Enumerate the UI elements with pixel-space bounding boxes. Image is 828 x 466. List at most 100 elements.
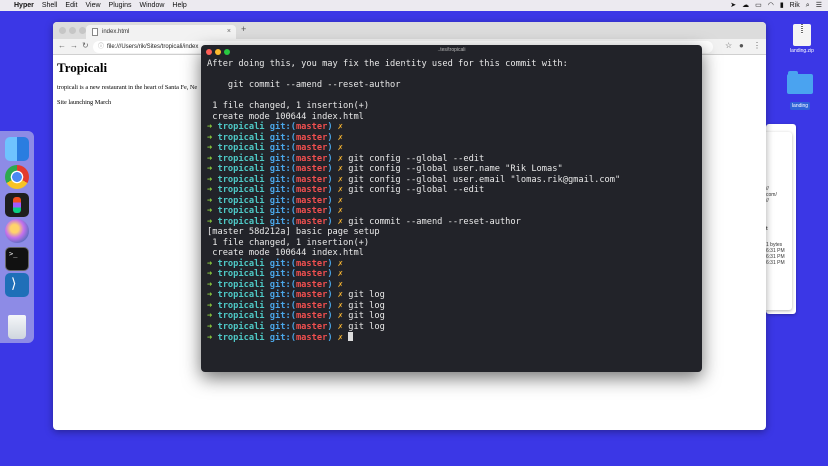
tab-title: index.html [102,29,130,35]
terminal-prompt-line: ➜ tropicali git:(master) ✗ [207,332,696,343]
chrome-icon[interactable] [5,165,29,189]
folder-icon [787,71,813,94]
terminal-prompt-line: ➜ tropicali git:(master) ✗ git log [207,301,696,312]
figma-icon[interactable] [5,193,29,217]
trash-icon[interactable] [8,315,26,339]
menu-list-icon[interactable]: ☰ [816,0,822,11]
prompt-git-label: git:( [269,279,296,290]
wifi-icon[interactable]: ◠ [768,0,774,11]
terminal-titlebar[interactable]: ..tes/tropicali [201,45,702,59]
prompt-git-label: git:( [269,300,296,311]
prompt-directory: tropicali [217,122,265,132]
browser-tab[interactable]: index.html × [86,25,236,39]
menu-shell[interactable]: Shell [42,0,58,11]
dirty-state-icon: ✗ [337,132,344,143]
dirty-state-icon: ✗ [337,206,344,216]
menu-view[interactable]: View [85,0,100,11]
menu-help[interactable]: Help [172,0,186,11]
search-icon[interactable]: ⌕ [806,0,810,11]
zoom-window-button[interactable] [79,27,86,34]
prompt-branch: master [295,311,328,321]
prompt-git-label: git:( [269,290,296,300]
terminal-output-text: 1 file changed, 1 insertion(+) [207,101,370,111]
prompt-git-label: git:( [269,122,296,132]
desktop-item-folder[interactable]: landing [783,71,817,112]
back-button[interactable]: ← [58,41,66,50]
close-tab-icon[interactable]: × [227,25,231,39]
menu-plugins[interactable]: Plugins [109,0,132,11]
prompt-directory: tropicali [217,206,265,216]
prompt-git-label: git:( [269,206,296,216]
terminal-prompt-line: ➜ tropicali git:(master) ✗ git commit --… [207,217,696,228]
prompt-branch: master [295,143,328,153]
prompt-git-label: git:( [269,333,296,343]
display-icon[interactable]: ▭ [755,0,762,11]
terminal-output-text: 1 file changed, 1 insertion(+) [207,237,370,248]
prompt-directory: tropicali [217,321,265,332]
prompt-directory: tropicali [217,258,265,269]
finder-text: 6:31 PM [766,260,785,266]
prompt-directory: tropicali [217,300,265,311]
prompt-directory: tropicali [217,174,265,185]
terminal-output-text: create mode 100644 index.html [207,111,364,122]
prompt-directory: tropicali [217,185,265,195]
user-name[interactable]: Rik [790,0,800,11]
prompt-branch: master [295,258,328,269]
location-icon[interactable]: ➤ [730,0,736,11]
prompt-branch: master [295,195,328,206]
new-tab-button[interactable]: + [241,24,246,34]
cloud-icon[interactable]: ☁ [742,0,749,11]
prompt-directory: tropicali [217,269,265,279]
menu-edit[interactable]: Edit [65,0,77,11]
browser-tab-bar: index.html × + [53,22,766,39]
terminal-output-text: After doing this, you may fix the identi… [207,59,568,69]
vscode-icon[interactable]: ⟩ [5,273,29,297]
mouse-pointer-icon: ⌶ [402,63,407,72]
prompt-branch: master [295,333,328,343]
terminal-prompt-line: ➜ tropicali git:(master) ✗ [207,269,696,280]
terminal-prompt-line: ➜ tropicali git:(master) ✗ [207,143,696,154]
terminal-output-line: 1 file changed, 1 insertion(+) [207,238,696,249]
bookmark-star-icon[interactable]: ☆ [725,41,732,50]
prompt-branch: master [295,279,328,290]
desktop-item-label: landing.zip [790,48,814,54]
more-menu-icon[interactable]: ⋮ [753,41,761,50]
prompt-branch: master [295,321,328,332]
terminal-output[interactable]: After doing this, you may fix the identi… [201,59,702,343]
terminal-cursor [348,332,354,341]
finder-icon[interactable] [5,137,29,161]
battery-icon[interactable]: ▮ [780,0,784,11]
terminal-output-text: [master 58d212a] basic page setup [207,227,380,237]
terminal-window[interactable]: ..tes/tropicali After doing this, you ma… [201,45,702,372]
close-window-button[interactable] [59,27,66,34]
reload-button[interactable]: ↻ [82,41,89,50]
prompt-directory: tropicali [217,311,265,321]
prompt-branch: master [295,174,328,185]
profile-icon[interactable]: ● [739,41,744,50]
terminal-output-text: git commit --amend --reset-author [207,80,401,90]
desktop-item-zip[interactable]: landing.zip [785,24,819,54]
terminal-output-line: [master 58d212a] basic page setup [207,227,696,238]
terminal-prompt-line: ➜ tropicali git:(master) ✗ git log [207,322,696,333]
terminal-icon[interactable]: >_ [5,247,29,271]
menu-window[interactable]: Window [140,0,165,11]
menu-app-name[interactable]: Hyper [14,0,34,11]
terminal-command: git log [348,290,385,300]
forward-button[interactable]: → [70,41,78,50]
zip-file-icon [793,24,811,46]
desktop-item-label: landing [789,102,811,110]
prompt-branch: master [295,300,328,311]
prompt-directory: tropicali [217,164,265,174]
photos-icon[interactable] [5,219,29,243]
terminal-command: git config --global --edit [348,185,485,195]
prompt-git-label: git:( [269,195,296,206]
dirty-state-icon: ✗ [337,195,344,206]
prompt-branch: master [295,269,328,279]
dirty-state-icon: ✗ [337,258,344,269]
finder-window-fragment[interactable]: // com/ // t 1 bytes 6:31 PM 6:31 PM 6:3… [762,132,792,310]
terminal-command: git log [348,311,385,321]
minimize-window-button[interactable] [69,27,76,34]
terminal-command: git config --global user.name "Rik Lomas… [348,164,563,174]
prompt-branch: master [295,185,328,195]
prompt-branch: master [295,153,328,164]
